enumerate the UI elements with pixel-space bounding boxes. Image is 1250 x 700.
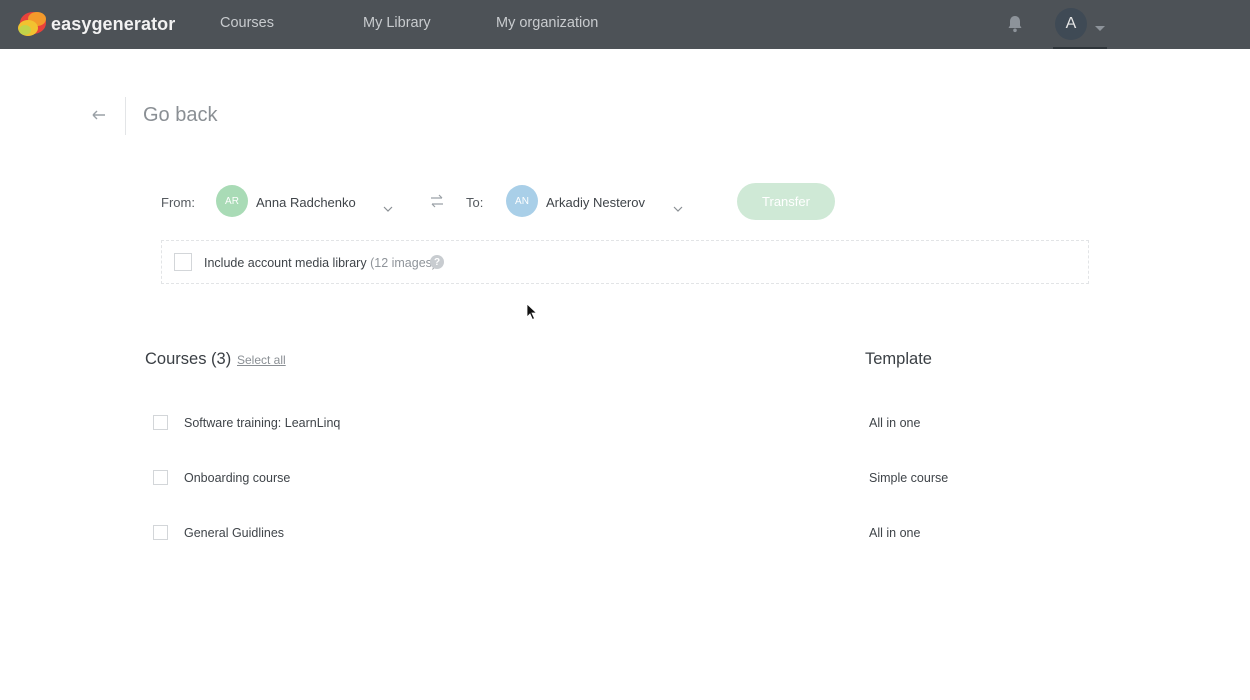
chevron-down-icon[interactable]	[673, 199, 683, 212]
course-template: All in one	[869, 416, 921, 430]
from-user-name[interactable]: Anna Radchenko	[256, 195, 356, 210]
to-label: To:	[466, 195, 484, 210]
from-label: From:	[161, 195, 195, 210]
nav-my-organization[interactable]: My organization	[496, 15, 598, 31]
template-header: Template	[865, 350, 932, 368]
course-template: All in one	[869, 526, 921, 540]
include-media-checkbox[interactable]	[174, 253, 192, 271]
chevron-down-icon[interactable]	[1094, 20, 1106, 31]
media-label-text: Include account media library	[204, 256, 367, 270]
course-checkbox[interactable]	[153, 525, 168, 540]
include-media-label[interactable]: Include account media library (12 images…	[204, 256, 436, 270]
help-icon[interactable]: ?	[430, 255, 444, 269]
divider	[125, 97, 126, 135]
active-indicator	[1053, 47, 1107, 49]
user-avatar[interactable]: A	[1055, 8, 1087, 40]
course-checkbox[interactable]	[153, 415, 168, 430]
nav-courses[interactable]: Courses	[220, 15, 274, 31]
course-name[interactable]: Software training: LearnLinq	[184, 416, 340, 430]
select-all-link[interactable]: Select all	[237, 353, 286, 367]
swap-icon[interactable]	[429, 193, 445, 209]
media-count: (12 images)	[370, 256, 437, 270]
course-checkbox[interactable]	[153, 470, 168, 485]
courses-title: Courses (3)	[145, 350, 232, 368]
go-back-link[interactable]: Go back	[143, 104, 217, 127]
chevron-down-icon[interactable]	[383, 199, 393, 212]
to-user-name[interactable]: Arkadiy Nesterov	[546, 195, 645, 210]
course-name[interactable]: General Guidlines	[184, 526, 284, 540]
logo-icon	[16, 10, 48, 38]
bell-icon[interactable]	[1005, 14, 1025, 34]
transfer-button[interactable]: Transfer	[737, 183, 835, 220]
arrow-left-icon[interactable]	[90, 105, 108, 125]
from-user-avatar[interactable]: AR	[216, 185, 248, 217]
brand-logo[interactable]: easygenerator	[16, 10, 175, 38]
nav-my-library[interactable]: My Library	[363, 15, 431, 31]
mouse-cursor-icon	[526, 303, 538, 321]
course-template: Simple course	[869, 471, 949, 485]
to-user-avatar[interactable]: AN	[506, 185, 538, 217]
top-navigation-bar: easygenerator Courses My Library My orga…	[0, 0, 1250, 49]
course-name[interactable]: Onboarding course	[184, 471, 290, 485]
brand-name: easygenerator	[51, 13, 176, 34]
